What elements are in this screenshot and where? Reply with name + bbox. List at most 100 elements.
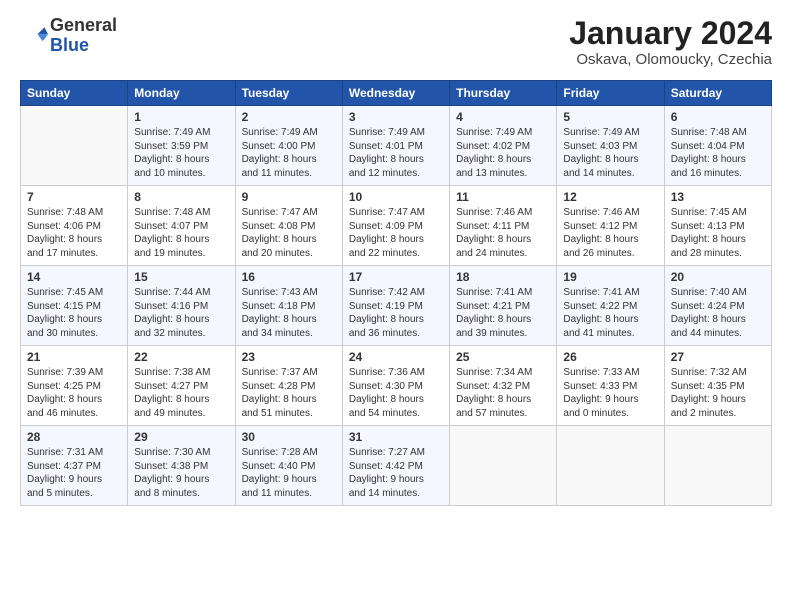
sunrise-text: Sunrise: 7:43 AM bbox=[242, 286, 336, 300]
day-number: 20 bbox=[671, 270, 765, 284]
day-info: Sunrise: 7:49 AMSunset: 4:03 PMDaylight:… bbox=[563, 126, 657, 180]
sunrise-text: Sunrise: 7:49 AM bbox=[349, 126, 443, 140]
sunrise-text: Sunrise: 7:44 AM bbox=[134, 286, 228, 300]
calendar-cell: 30Sunrise: 7:28 AMSunset: 4:40 PMDayligh… bbox=[235, 426, 342, 506]
sunset-text: Sunset: 4:33 PM bbox=[563, 380, 657, 394]
daylight-text: Daylight: 9 hours and 8 minutes. bbox=[134, 473, 228, 500]
header: General Blue January 2024 Oskava, Olomou… bbox=[20, 16, 772, 68]
sunrise-text: Sunrise: 7:32 AM bbox=[671, 366, 765, 380]
sunrise-text: Sunrise: 7:31 AM bbox=[27, 446, 121, 460]
sunrise-text: Sunrise: 7:47 AM bbox=[349, 206, 443, 220]
calendar-cell: 1Sunrise: 7:49 AMSunset: 3:59 PMDaylight… bbox=[128, 106, 235, 186]
calendar-cell: 23Sunrise: 7:37 AMSunset: 4:28 PMDayligh… bbox=[235, 346, 342, 426]
calendar-cell: 17Sunrise: 7:42 AMSunset: 4:19 PMDayligh… bbox=[342, 266, 449, 346]
title-block: January 2024 Oskava, Olomoucky, Czechia bbox=[569, 16, 772, 68]
sunset-text: Sunset: 4:16 PM bbox=[134, 300, 228, 314]
daylight-text: Daylight: 8 hours and 26 minutes. bbox=[563, 233, 657, 260]
day-number: 7 bbox=[27, 190, 121, 204]
sunrise-text: Sunrise: 7:49 AM bbox=[456, 126, 550, 140]
daylight-text: Daylight: 8 hours and 28 minutes. bbox=[671, 233, 765, 260]
sunrise-text: Sunrise: 7:45 AM bbox=[27, 286, 121, 300]
day-number: 1 bbox=[134, 110, 228, 124]
sunset-text: Sunset: 4:12 PM bbox=[563, 220, 657, 234]
sunrise-text: Sunrise: 7:27 AM bbox=[349, 446, 443, 460]
day-number: 2 bbox=[242, 110, 336, 124]
day-info: Sunrise: 7:27 AMSunset: 4:42 PMDaylight:… bbox=[349, 446, 443, 500]
sunset-text: Sunset: 4:15 PM bbox=[27, 300, 121, 314]
calendar-cell bbox=[664, 426, 771, 506]
sunrise-text: Sunrise: 7:37 AM bbox=[242, 366, 336, 380]
sunset-text: Sunset: 4:37 PM bbox=[27, 460, 121, 474]
sunset-text: Sunset: 4:03 PM bbox=[563, 140, 657, 154]
header-monday: Monday bbox=[128, 81, 235, 106]
day-number: 26 bbox=[563, 350, 657, 364]
sunset-text: Sunset: 4:40 PM bbox=[242, 460, 336, 474]
sunrise-text: Sunrise: 7:48 AM bbox=[134, 206, 228, 220]
sunrise-text: Sunrise: 7:49 AM bbox=[563, 126, 657, 140]
day-number: 28 bbox=[27, 430, 121, 444]
calendar-week-row: 7 Sunrise: 7:48 AM Sunset: 4:06 PM Daylight… bbox=[21, 186, 772, 266]
day-info: Sunrise: 7:49 AMSunset: 4:00 PMDaylight:… bbox=[242, 126, 336, 180]
header-sunday: Sunday bbox=[21, 81, 128, 106]
sunset-text: Sunset: 4:35 PM bbox=[671, 380, 765, 394]
sunset-text: Sunset: 4:11 PM bbox=[456, 220, 550, 234]
daylight-text: Daylight: 8 hours and 44 minutes. bbox=[671, 313, 765, 340]
sunrise-text: Sunrise: 7:39 AM bbox=[27, 366, 121, 380]
calendar-cell: 27Sunrise: 7:32 AMSunset: 4:35 PMDayligh… bbox=[664, 346, 771, 426]
location-subtitle: Oskava, Olomoucky, Czechia bbox=[569, 51, 772, 68]
sunset-text: Sunset: 4:24 PM bbox=[671, 300, 765, 314]
calendar-cell: 15Sunrise: 7:44 AMSunset: 4:16 PMDayligh… bbox=[128, 266, 235, 346]
header-thursday: Thursday bbox=[450, 81, 557, 106]
calendar-cell bbox=[450, 426, 557, 506]
daylight-text: Daylight: 8 hours and 12 minutes. bbox=[349, 153, 443, 180]
calendar-week-row: 1Sunrise: 7:49 AMSunset: 3:59 PMDaylight… bbox=[21, 106, 772, 186]
logo-blue: Blue bbox=[50, 36, 117, 56]
calendar-cell: 3Sunrise: 7:49 AMSunset: 4:01 PMDaylight… bbox=[342, 106, 449, 186]
logo: General Blue bbox=[20, 16, 117, 56]
sunrise-text: Sunrise: 7:49 AM bbox=[242, 126, 336, 140]
day-number: 12 bbox=[563, 190, 657, 204]
daylight-text: Daylight: 8 hours and 46 minutes. bbox=[27, 393, 121, 420]
daylight-text: Daylight: 8 hours and 11 minutes. bbox=[242, 153, 336, 180]
daylight-text: Daylight: 8 hours and 34 minutes. bbox=[242, 313, 336, 340]
sunset-text: Sunset: 4:04 PM bbox=[671, 140, 765, 154]
calendar-cell: 14 Sunrise: 7:45 AMSunset: 4:15 PMDayligh… bbox=[21, 266, 128, 346]
daylight-text: Daylight: 8 hours and 51 minutes. bbox=[242, 393, 336, 420]
day-number: 17 bbox=[349, 270, 443, 284]
sunset-text: Sunset: 4:06 PM bbox=[27, 220, 121, 234]
sunset-text: Sunset: 4:01 PM bbox=[349, 140, 443, 154]
calendar-cell: 25Sunrise: 7:34 AMSunset: 4:32 PMDayligh… bbox=[450, 346, 557, 426]
sunset-text: Sunset: 4:19 PM bbox=[349, 300, 443, 314]
day-number: 11 bbox=[456, 190, 550, 204]
daylight-text: Daylight: 8 hours and 57 minutes. bbox=[456, 393, 550, 420]
daylight-text: Daylight: 8 hours and 22 minutes. bbox=[349, 233, 443, 260]
calendar-cell: 29Sunrise: 7:30 AMSunset: 4:38 PMDayligh… bbox=[128, 426, 235, 506]
calendar-cell: 2 Sunrise: 7:49 AMSunset: 4:00 PMDaylight… bbox=[235, 106, 342, 186]
calendar-cell bbox=[557, 426, 664, 506]
day-number: 14 bbox=[27, 270, 121, 284]
calendar-cell bbox=[21, 106, 128, 186]
month-title: January 2024 bbox=[569, 16, 772, 51]
calendar-cell: 22Sunrise: 7:38 AMSunset: 4:27 PMDayligh… bbox=[128, 346, 235, 426]
sunrise-text: Sunrise: 7:47 AM bbox=[242, 206, 336, 220]
daylight-text: Daylight: 8 hours and 10 minutes. bbox=[134, 153, 228, 180]
daylight-text: Daylight: 9 hours and 14 minutes. bbox=[349, 473, 443, 500]
calendar-cell: 20Sunrise: 7:40 AMSunset: 4:24 PMDayligh… bbox=[664, 266, 771, 346]
daylight-text: Daylight: 8 hours and 30 minutes. bbox=[27, 313, 121, 340]
day-number: 30 bbox=[242, 430, 336, 444]
sunset-text: Sunset: 4:18 PM bbox=[242, 300, 336, 314]
day-number: 19 bbox=[563, 270, 657, 284]
logo-icon bbox=[20, 22, 48, 50]
sunset-text: Sunset: 4:27 PM bbox=[134, 380, 228, 394]
daylight-text: Daylight: 8 hours and 14 minutes. bbox=[563, 153, 657, 180]
sunset-text: Sunset: 4:30 PM bbox=[349, 380, 443, 394]
sunset-text: Sunset: 4:00 PM bbox=[242, 140, 336, 154]
day-number: 15 bbox=[134, 270, 228, 284]
sunrise-text: Sunrise: 7:33 AM bbox=[563, 366, 657, 380]
day-info: Sunrise: 7:45 AMSunset: 4:13 PMDaylight:… bbox=[671, 206, 765, 260]
sunset-text: Sunset: 4:42 PM bbox=[349, 460, 443, 474]
day-info: Sunrise: 7:48 AMSunset: 4:04 PMDaylight:… bbox=[671, 126, 765, 180]
sunrise-text: Sunrise: 7:42 AM bbox=[349, 286, 443, 300]
sunrise-text: Sunrise: 7:36 AM bbox=[349, 366, 443, 380]
calendar-week-row: 14Sunrise: 7:45 AMSunset: 4:15 PMDayligh… bbox=[21, 266, 772, 346]
